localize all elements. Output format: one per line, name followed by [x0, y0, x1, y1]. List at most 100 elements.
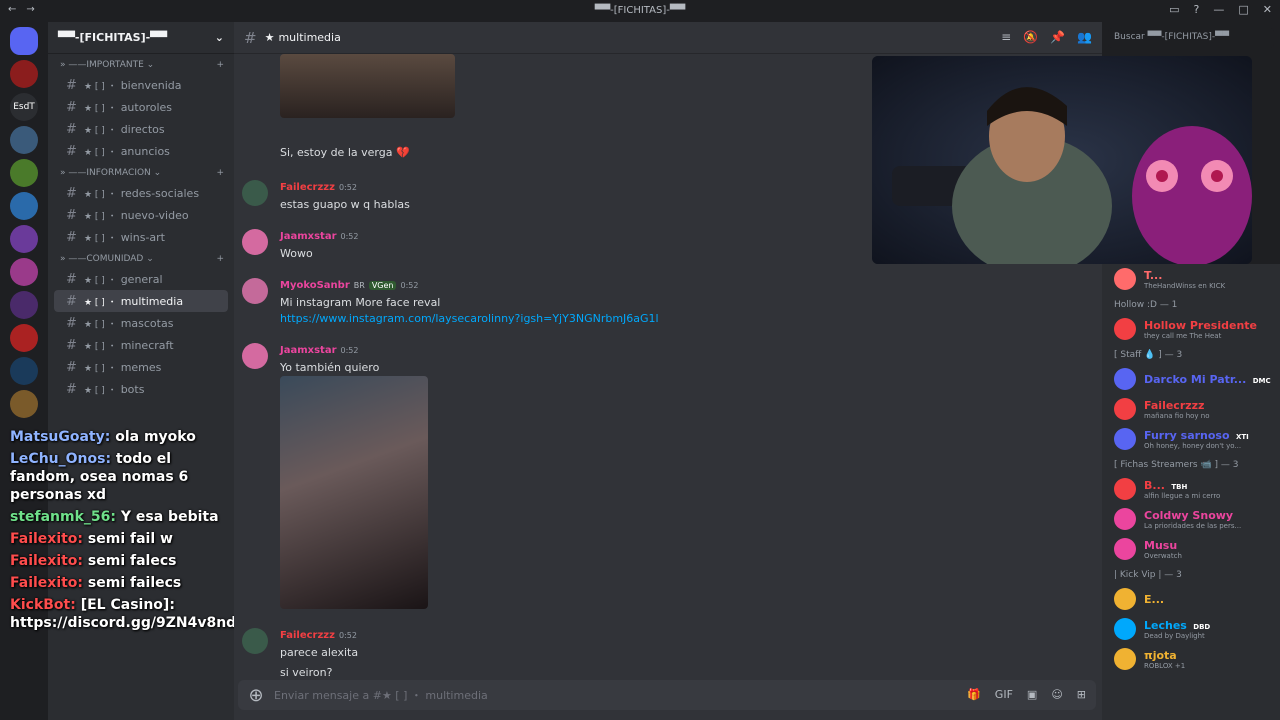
member-item[interactable]: Darcko Mi Patr... DMC [1102, 364, 1280, 394]
message-author[interactable]: Jaamxstar 0:52 [280, 345, 358, 356]
channel-name: wins-art [120, 230, 165, 244]
avatar[interactable] [242, 278, 268, 304]
message-text: estas guapo w q hablas [280, 198, 410, 211]
member-item[interactable]: πjota ROBLOX +1 [1102, 644, 1280, 674]
member-item[interactable]: E... [1102, 584, 1280, 614]
stream-chat-user: Failexito: [10, 575, 88, 591]
members-icon[interactable]: 👥 [1077, 30, 1092, 44]
gift-icon[interactable]: 🎁 [967, 688, 981, 701]
avatar[interactable] [242, 628, 268, 654]
member-group-title: Hollow :D — 1 [1114, 300, 1178, 310]
category-header[interactable]: » ——COMUNIDAD ⌄ + [48, 248, 234, 268]
message-image[interactable] [280, 54, 455, 118]
message-input[interactable]: Enviar mensaje a #★ [ ] ・ multimedia [274, 687, 488, 703]
inbox-icon[interactable]: ▭ [1169, 3, 1179, 16]
server-icon[interactable] [10, 291, 38, 319]
apps-icon[interactable]: ⊞ [1077, 688, 1086, 701]
member-item[interactable]: Furry sarnoso XTI Oh honey, honey don't y… [1102, 424, 1280, 454]
avatar[interactable] [242, 229, 268, 255]
avatar [1114, 478, 1136, 500]
channel-item-nuevo-video[interactable]: # ★ [ ] ・ nuevo-video [54, 204, 228, 226]
stream-chat-line: MatsuGoaty: ola myoko [0, 426, 238, 448]
avatar [1114, 318, 1136, 340]
member-info: E... [1144, 593, 1164, 606]
discord-icon[interactable] [10, 27, 38, 55]
message-time: 0:52 [338, 631, 357, 640]
server-icon[interactable]: EsdT [10, 93, 38, 121]
channel-item-mascotas[interactable]: # ★ [ ] ・ mascotas [54, 312, 228, 334]
channel-item-minecraft[interactable]: # ★ [ ] ・ minecraft [54, 334, 228, 356]
message-image[interactable] [280, 376, 428, 609]
help-icon[interactable]: ? [1194, 3, 1200, 16]
member-item[interactable]: T... TheHandWinss en KICK [1102, 264, 1280, 294]
avatar [1114, 648, 1136, 670]
channel-item-autoroles[interactable]: # ★ [ ] ・ autoroles [54, 96, 228, 118]
channel-item-wins-art[interactable]: # ★ [ ] ・ wins-art [54, 226, 228, 248]
minimize-button[interactable]: — [1213, 3, 1224, 16]
server-icon[interactable] [10, 60, 38, 88]
star-icon: ★ [ ] ・ [84, 125, 117, 136]
pin-icon[interactable]: 📌 [1050, 30, 1065, 44]
member-status: mañana fio hoy no [1144, 411, 1210, 420]
message-author[interactable]: MyokoSanbr BR VGen 0:52 [280, 280, 418, 291]
guild-header[interactable]: ▀▀-[FICHITAS]-▀▀ ⌄ [48, 22, 234, 54]
avatar [1114, 268, 1136, 290]
search-input[interactable]: Buscar ▀▀-[FICHITAS]-▀▀ [1108, 28, 1274, 48]
server-icon[interactable] [10, 390, 38, 418]
bell-icon[interactable]: 🔕 [1023, 30, 1038, 44]
channel-item-anuncios[interactable]: # ★ [ ] ・ anuncios [54, 140, 228, 162]
channel-title: multimedia [278, 31, 341, 44]
message-link[interactable]: https://www.instagram.com/laysecarolinny… [280, 312, 659, 325]
star-icon: ★ [ ] ・ [84, 275, 117, 286]
stream-chat-text: semi fail w [87, 531, 173, 547]
gif-icon[interactable]: GIF [995, 688, 1013, 701]
category-header[interactable]: » ——IMPORTANTE ⌄ + [48, 54, 234, 74]
member-item[interactable]: Coldwy Snowy La prioridades de las pers..… [1102, 504, 1280, 534]
message-author[interactable]: Jaamxstar 0:52 [280, 231, 358, 242]
channel-item-multimedia[interactable]: # ★ [ ] ・ multimedia [54, 290, 228, 312]
member-item[interactable]: Failecrzzz mañana fio hoy no [1102, 394, 1280, 424]
channel-item-general[interactable]: # ★ [ ] ・ general [54, 268, 228, 290]
maximize-button[interactable]: □ [1238, 3, 1248, 16]
server-icon[interactable] [10, 324, 38, 352]
server-icon[interactable] [10, 192, 38, 220]
channel-item-directos[interactable]: # ★ [ ] ・ directos [54, 118, 228, 140]
server-icon[interactable] [10, 126, 38, 154]
add-channel-icon[interactable]: + [216, 168, 224, 178]
server-icon[interactable] [10, 258, 38, 286]
message-author[interactable]: Failecrzzz 0:52 [280, 182, 357, 193]
channel-name: mascotas [120, 316, 174, 330]
avatar[interactable] [242, 180, 268, 206]
close-button[interactable]: ✕ [1263, 3, 1272, 16]
category-header[interactable]: » ——INFORMACION ⌄ + [48, 162, 234, 182]
member-item[interactable]: B... TBH alfin llegue a mi cerro [1102, 474, 1280, 504]
sticker-icon[interactable]: ▣ [1027, 688, 1037, 701]
member-status: La prioridades de las pers... [1144, 521, 1242, 530]
message-text: Yo también quiero [280, 361, 380, 374]
channel-item-bots[interactable]: # ★ [ ] ・ bots [54, 378, 228, 400]
server-icon[interactable] [10, 225, 38, 253]
member-item[interactable]: Leches DBD Dead by Daylight [1102, 614, 1280, 644]
channel-item-memes[interactable]: # ★ [ ] ・ memes [54, 356, 228, 378]
stream-chat-line: KickBot: [EL Casino]: https://discord.gg… [0, 594, 255, 634]
avatar[interactable] [242, 343, 268, 369]
hash-icon: # [66, 185, 77, 201]
member-item[interactable]: Musu Overwatch [1102, 534, 1280, 564]
member-item[interactable]: Hollow Presidente they call me The Heat [1102, 314, 1280, 344]
channel-item-bienvenida[interactable]: # ★ [ ] ・ bienvenida [54, 74, 228, 96]
server-icon[interactable] [10, 159, 38, 187]
add-channel-icon[interactable]: + [216, 254, 224, 264]
channel-list: » ——IMPORTANTE ⌄ + # ★ [ ] ・ bienvenida # ★ [ … [48, 54, 234, 400]
channel-item-redes-sociales[interactable]: # ★ [ ] ・ redes-sociales [54, 182, 228, 204]
stream-chat-line: LeChu_Onos: todo el fandom, osea nomas 6… [0, 448, 238, 506]
message-author[interactable]: Failecrzzz 0:52 [280, 630, 357, 641]
add-attachment-icon[interactable]: ⊕ [238, 685, 274, 706]
emoji-icon[interactable]: ☺ [1051, 688, 1062, 701]
message-composer[interactable]: ⊕ Enviar mensaje a #★ [ ] ・ multimedia 🎁… [238, 680, 1096, 710]
hash-icon: # [66, 315, 77, 331]
threads-icon[interactable]: ≡ [1001, 30, 1011, 44]
star-icon: ★ [ ] ・ [84, 341, 117, 352]
add-channel-icon[interactable]: + [216, 60, 224, 70]
server-icon[interactable] [10, 357, 38, 385]
channel-name: directos [120, 122, 165, 136]
